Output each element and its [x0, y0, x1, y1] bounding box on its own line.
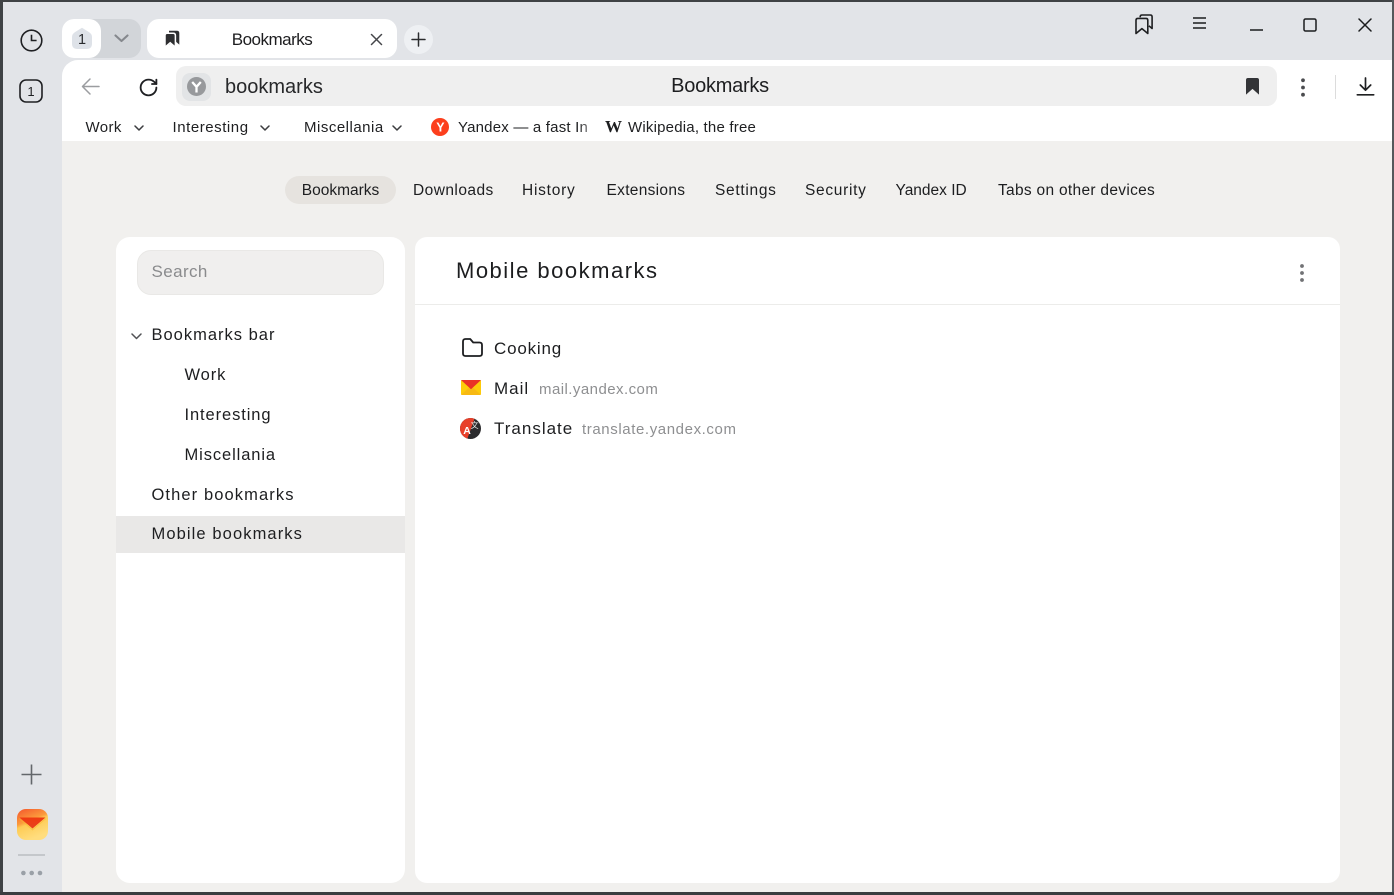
svg-text:文: 文: [471, 420, 479, 430]
svg-text:Y: Y: [436, 121, 445, 135]
svg-text:1: 1: [27, 84, 34, 99]
svg-text:1: 1: [77, 32, 85, 48]
